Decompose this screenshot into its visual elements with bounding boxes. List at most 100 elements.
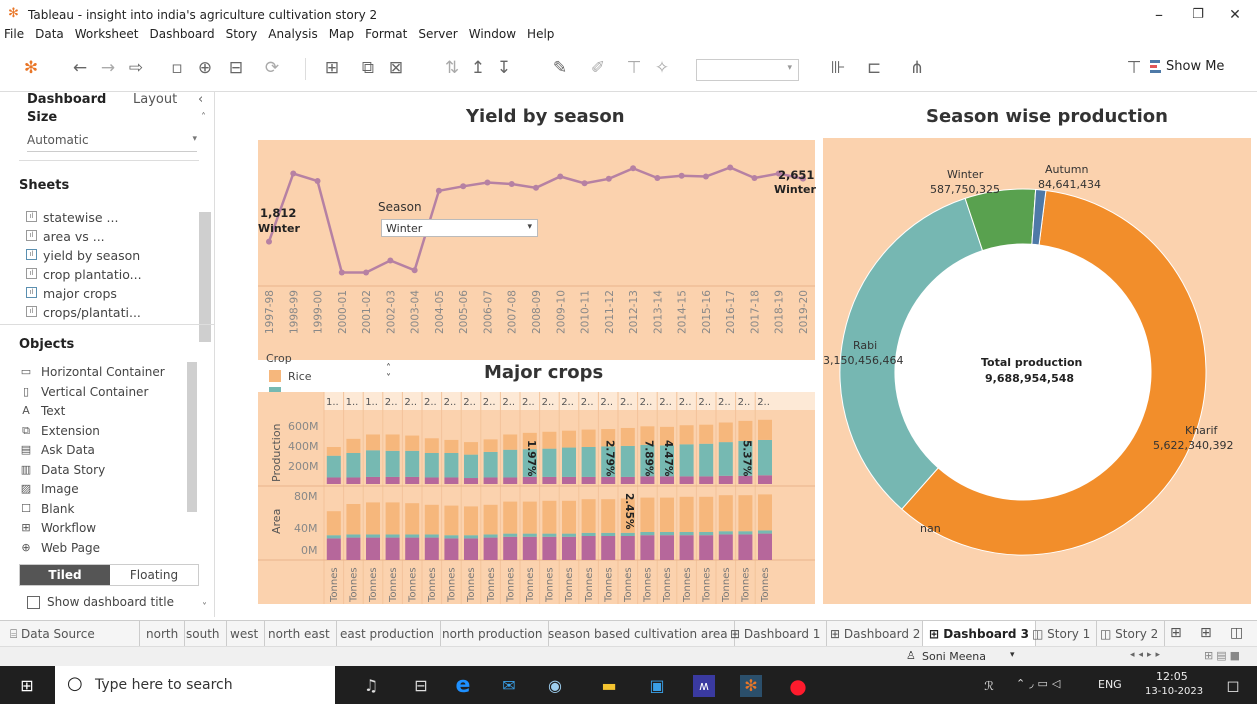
tiled-button[interactable]: Tiled <box>20 565 110 585</box>
swap-icon[interactable]: ⇅ <box>440 56 464 80</box>
data-source-icon[interactable]: ⇨ <box>124 56 148 80</box>
yield-line-chart[interactable]: 1997-98 1998-99 1999-00 2000-01 2001-02 2002-… <box>258 140 816 360</box>
tableau-taskbar-icon[interactable]: ✻ <box>740 675 762 697</box>
group-icon[interactable]: ✐ <box>586 56 610 80</box>
sort-desc-icon[interactable]: ↧ <box>492 56 516 80</box>
tab-north-east[interactable]: north east <box>262 621 337 647</box>
run-update-icon[interactable]: ⟳ <box>260 56 284 80</box>
clock-date[interactable]: 13-10-2023 <box>1145 686 1203 697</box>
object-data-story[interactable]: ▥ Data Story <box>19 463 184 480</box>
comment-icon[interactable]: ⊤ <box>1122 56 1146 80</box>
minimize-button[interactable]: – <box>1144 4 1174 26</box>
scroll-up-icon[interactable]: ˄ <box>201 112 206 123</box>
tab-data-source[interactable]: ⌸ Data Source <box>0 621 140 647</box>
app-icon[interactable]: ʍ <box>693 675 715 697</box>
show-title-checkbox[interactable] <box>27 596 40 609</box>
microphone-icon[interactable]: ♫ <box>360 675 382 697</box>
object-extension[interactable]: ⧉ Extension <box>19 424 184 441</box>
restore-button[interactable]: ❐ <box>1183 4 1213 26</box>
legend-item-rice[interactable]: Rice <box>288 370 312 383</box>
object-web-page[interactable]: ⊕ Web Page <box>19 541 184 558</box>
tab-dashboard-2[interactable]: ⊞ Dashboard 2 <box>824 621 928 647</box>
season-filter-dropdown[interactable]: Winter ▾ <box>381 219 538 237</box>
season-donut-chart[interactable]: Total production 9,688,954,548 Winter 58… <box>823 138 1251 604</box>
edge-icon[interactable]: e <box>452 675 474 697</box>
menu-file[interactable]: File <box>4 27 24 41</box>
user-name[interactable]: Soni Meena <box>922 650 986 663</box>
size-dropdown[interactable]: Automatic ▾ <box>27 130 197 152</box>
menu-dashboard[interactable]: Dashboard <box>149 27 214 41</box>
notification-icon[interactable]: ◻ <box>1222 675 1244 697</box>
store-icon[interactable]: ▣ <box>646 675 668 697</box>
legend-scroll-icon[interactable]: ˄ ˅ <box>386 364 391 384</box>
menu-format[interactable]: Format <box>365 27 407 41</box>
taskbar-search[interactable]: ○ Type here to search <box>55 666 335 704</box>
clock-time[interactable]: 12:05 <box>1156 670 1188 683</box>
windows-start-icon[interactable]: ⊞ <box>16 675 38 697</box>
object-image[interactable]: ▨ Image <box>19 482 184 499</box>
labels-icon[interactable]: ⊤ <box>622 56 646 80</box>
share-icon[interactable]: ⋔ <box>905 56 929 80</box>
object-ask-data[interactable]: ▤ Ask Data <box>19 443 184 460</box>
tab-north-production[interactable]: north production <box>436 621 550 647</box>
duplicate-icon[interactable]: ⧉ <box>356 56 380 80</box>
pause-updates-icon[interactable]: ⊟ <box>224 56 248 80</box>
objects-scrollbar[interactable] <box>187 362 197 512</box>
camera-icon[interactable]: ◉ <box>544 675 566 697</box>
tab-layout[interactable]: Layout <box>133 92 177 112</box>
opera-icon[interactable]: ● <box>787 675 809 697</box>
sheet-item[interactable]: ıl crop plantatio... <box>26 267 191 284</box>
tab-dashboard-1[interactable]: ⊞ Dashboard 1 <box>724 621 828 647</box>
major-crops-bar-chart[interactable]: 1.. 1.. 1.. 2.. 2.. 2.. 2.. 2.. 2.. 2.. 2.. 2.. 2.. 2… <box>258 392 815 604</box>
fix-axes-icon[interactable]: ⊪ <box>826 56 850 80</box>
language-indicator[interactable]: ENG <box>1098 678 1122 691</box>
new-data-source-icon[interactable]: ⊕ <box>193 56 217 80</box>
tab-navigation-icons[interactable]: ◂◂▸▸ <box>1130 650 1164 660</box>
highlight-icon[interactable]: ✎ <box>548 56 572 80</box>
menu-analysis[interactable]: Analysis <box>268 27 317 41</box>
back-icon[interactable]: ← <box>68 56 92 80</box>
system-tray-icons[interactable]: ⌃◞▭◁ <box>1016 677 1064 690</box>
sheet-item[interactable]: ıl yield by season <box>26 248 191 265</box>
menu-worksheet[interactable]: Worksheet <box>75 27 139 41</box>
tableau-home-icon[interactable]: ✻ <box>19 56 43 80</box>
forward-icon[interactable]: → <box>96 56 120 80</box>
scroll-down-icon[interactable]: ˅ <box>202 602 207 613</box>
chevron-down-icon[interactable]: ▾ <box>1010 650 1015 660</box>
close-button[interactable]: ✕ <box>1220 4 1250 26</box>
tab-dashboard[interactable]: Dashboard <box>27 92 106 112</box>
presentation-icon[interactable]: ⊏ <box>862 56 886 80</box>
clear-sheet-icon[interactable]: ⊠ <box>384 56 408 80</box>
object-workflow[interactable]: ⊞ Workflow <box>19 521 184 538</box>
tab-story-1[interactable]: ◫ Story 1 <box>1026 621 1098 647</box>
pin-icon[interactable]: ✧ <box>650 56 674 80</box>
people-icon[interactable]: ℛ <box>978 675 1000 697</box>
tab-dashboard-3[interactable]: ⊞ Dashboard 3 <box>922 621 1036 647</box>
fit-dropdown[interactable]: ▾ <box>696 59 799 81</box>
tab-story-2[interactable]: ◫ Story 2 <box>1094 621 1166 647</box>
object-blank[interactable]: ☐ Blank <box>19 502 184 519</box>
view-toggle-icons[interactable]: ⊞▤■ <box>1204 649 1243 662</box>
save-icon[interactable]: ▫ <box>165 56 189 80</box>
show-me-button[interactable]: Show Me <box>1166 59 1224 74</box>
menu-data[interactable]: Data <box>35 27 64 41</box>
task-view-icon[interactable]: ⊟ <box>410 675 432 697</box>
new-worksheet-icon[interactable]: ⊞ <box>320 56 344 80</box>
menu-map[interactable]: Map <box>329 27 354 41</box>
collapse-icon[interactable]: ‹ <box>198 92 203 107</box>
menu-help[interactable]: Help <box>527 27 554 41</box>
sheet-item[interactable]: ıl major crops <box>26 286 191 303</box>
tab-south[interactable]: south <box>180 621 227 647</box>
object-vertical-container[interactable]: ▯ Vertical Container <box>19 385 184 402</box>
menu-window[interactable]: Window <box>469 27 516 41</box>
menu-story[interactable]: Story <box>226 27 258 41</box>
sort-asc-icon[interactable]: ↥ <box>466 56 490 80</box>
tab-west[interactable]: west <box>224 621 266 647</box>
sheet-item[interactable]: ıl crops/plantati... <box>26 305 191 320</box>
sheet-item[interactable]: ıl statewise ... <box>26 210 191 227</box>
new-worksheet-tab-icon[interactable]: ⊞ <box>1170 625 1182 641</box>
sheets-scrollbar[interactable] <box>199 212 211 342</box>
new-story-tab-icon[interactable]: ◫ <box>1230 625 1243 641</box>
file-explorer-icon[interactable]: ▬ <box>598 675 620 697</box>
object-text[interactable]: A Text <box>19 404 184 421</box>
